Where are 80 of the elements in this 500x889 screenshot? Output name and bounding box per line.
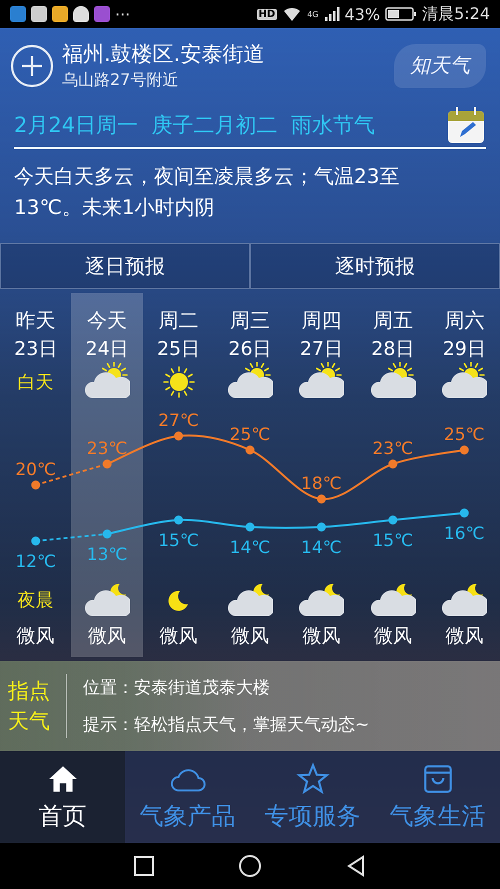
temperature-point bbox=[460, 508, 469, 518]
temperature-point bbox=[246, 522, 254, 532]
nav-tab[interactable]: 专项服务 bbox=[250, 751, 375, 844]
day-name: 周四 bbox=[301, 307, 342, 334]
wind-level: 微风 bbox=[302, 624, 340, 650]
temperature-point bbox=[316, 494, 326, 504]
location-title: 福州.鼓楼区.安泰街道 bbox=[62, 41, 266, 68]
temperature-label: 13℃ bbox=[86, 545, 128, 566]
location-subtitle: 乌山路27号附近 bbox=[62, 70, 180, 92]
wind-level: 微风 bbox=[230, 624, 269, 650]
temperature-point bbox=[174, 516, 184, 525]
temperature-point bbox=[31, 536, 40, 546]
day-name: 周六 bbox=[444, 307, 484, 334]
signal-icon bbox=[324, 6, 340, 22]
date-info: 2月24日周一 庚子二月初二 雨水节气 bbox=[14, 112, 376, 140]
temperature-label: 14℃ bbox=[230, 538, 270, 558]
wind-level: 微风 bbox=[88, 624, 126, 650]
temperature-point bbox=[388, 516, 398, 525]
wind-level: 微风 bbox=[160, 624, 198, 650]
recent-apps-icon[interactable] bbox=[132, 854, 156, 878]
nav-tab[interactable]: 首页 bbox=[0, 751, 125, 844]
wind-level: 微风 bbox=[445, 624, 484, 650]
wifi-icon bbox=[282, 6, 302, 22]
temperature-label: 20℃ bbox=[15, 460, 56, 480]
day-name: 周五 bbox=[372, 307, 413, 334]
temperature-label: 23℃ bbox=[372, 439, 414, 460]
day-date: 29日 bbox=[442, 337, 486, 362]
calendar-edit-icon[interactable] bbox=[446, 105, 486, 146]
nav-tab[interactable]: 气象产品 bbox=[125, 751, 250, 844]
tip-panel[interactable]: 指点天气 位置：安泰街道茂泰大楼 提示：轻松指点天气，掌握天气动态~ bbox=[0, 661, 500, 752]
temperature-label: 25℃ bbox=[444, 425, 485, 446]
nav-tab[interactable]: 气象生活 bbox=[375, 751, 500, 844]
temperature-label: 16℃ bbox=[444, 524, 485, 544]
forecast-tab[interactable]: 逐日预报 bbox=[0, 243, 250, 290]
wind-level: 微风 bbox=[374, 624, 412, 650]
temperature-point bbox=[31, 480, 40, 490]
temperature-point bbox=[460, 446, 469, 455]
battery-icon bbox=[385, 6, 418, 22]
selected-day-highlight[interactable] bbox=[71, 293, 143, 658]
day-date: 24日 bbox=[86, 337, 129, 362]
network-type: 4G bbox=[307, 10, 318, 19]
tip-hint: 提示：轻松指点天气，掌握天气动态~ bbox=[83, 714, 370, 736]
add-location-icon[interactable] bbox=[10, 44, 54, 88]
star-icon bbox=[294, 762, 332, 796]
forecast-tab[interactable]: 逐时预报 bbox=[250, 243, 500, 290]
daytime-label: 白天 bbox=[18, 371, 54, 394]
hd-badge: HD bbox=[256, 8, 278, 20]
weather-summary: 今天白天多云，夜间至凌晨多云；气温23至13℃。未来1小时内阴 bbox=[13, 163, 400, 222]
temperature-point bbox=[102, 530, 112, 539]
tip-title: 指点天气 bbox=[8, 678, 51, 736]
tip-location: 位置：安泰街道茂泰大楼 bbox=[83, 677, 271, 700]
day-date: 25日 bbox=[156, 337, 200, 362]
day-date: 28日 bbox=[371, 337, 414, 362]
more-notifications: ··· bbox=[115, 4, 130, 24]
temperature-point bbox=[316, 522, 326, 532]
temperature-label: 25℃ bbox=[230, 425, 270, 446]
day-name: 昨天 bbox=[16, 307, 56, 334]
temperature-label: 12℃ bbox=[15, 552, 56, 572]
temperature-label: 15℃ bbox=[372, 531, 414, 552]
temperature-label: 15℃ bbox=[158, 531, 199, 552]
day-name: 周三 bbox=[230, 307, 270, 334]
day-date: 23日 bbox=[14, 337, 58, 362]
temperature-label: 18℃ bbox=[301, 474, 342, 494]
night-label: 夜晨 bbox=[18, 589, 54, 612]
home-circle-icon[interactable] bbox=[238, 854, 262, 878]
day-date: 27日 bbox=[300, 337, 344, 362]
temperature-point bbox=[246, 446, 254, 455]
temperature-label: 14℃ bbox=[301, 538, 342, 558]
battery-percent: 43% bbox=[344, 4, 380, 24]
day-name: 今天 bbox=[87, 307, 128, 334]
app-logo: 知天气 bbox=[394, 44, 486, 88]
clock: 清晨5:24 bbox=[422, 4, 490, 25]
temperature-label: 27℃ bbox=[158, 411, 199, 432]
temperature-label: 23℃ bbox=[86, 439, 128, 460]
day-name: 周二 bbox=[158, 307, 199, 334]
temperature-point bbox=[388, 460, 398, 469]
day-date: 26日 bbox=[228, 337, 272, 362]
temperature-point bbox=[102, 460, 112, 469]
wind-level: 微风 bbox=[16, 624, 55, 650]
temperature-point bbox=[174, 432, 184, 441]
